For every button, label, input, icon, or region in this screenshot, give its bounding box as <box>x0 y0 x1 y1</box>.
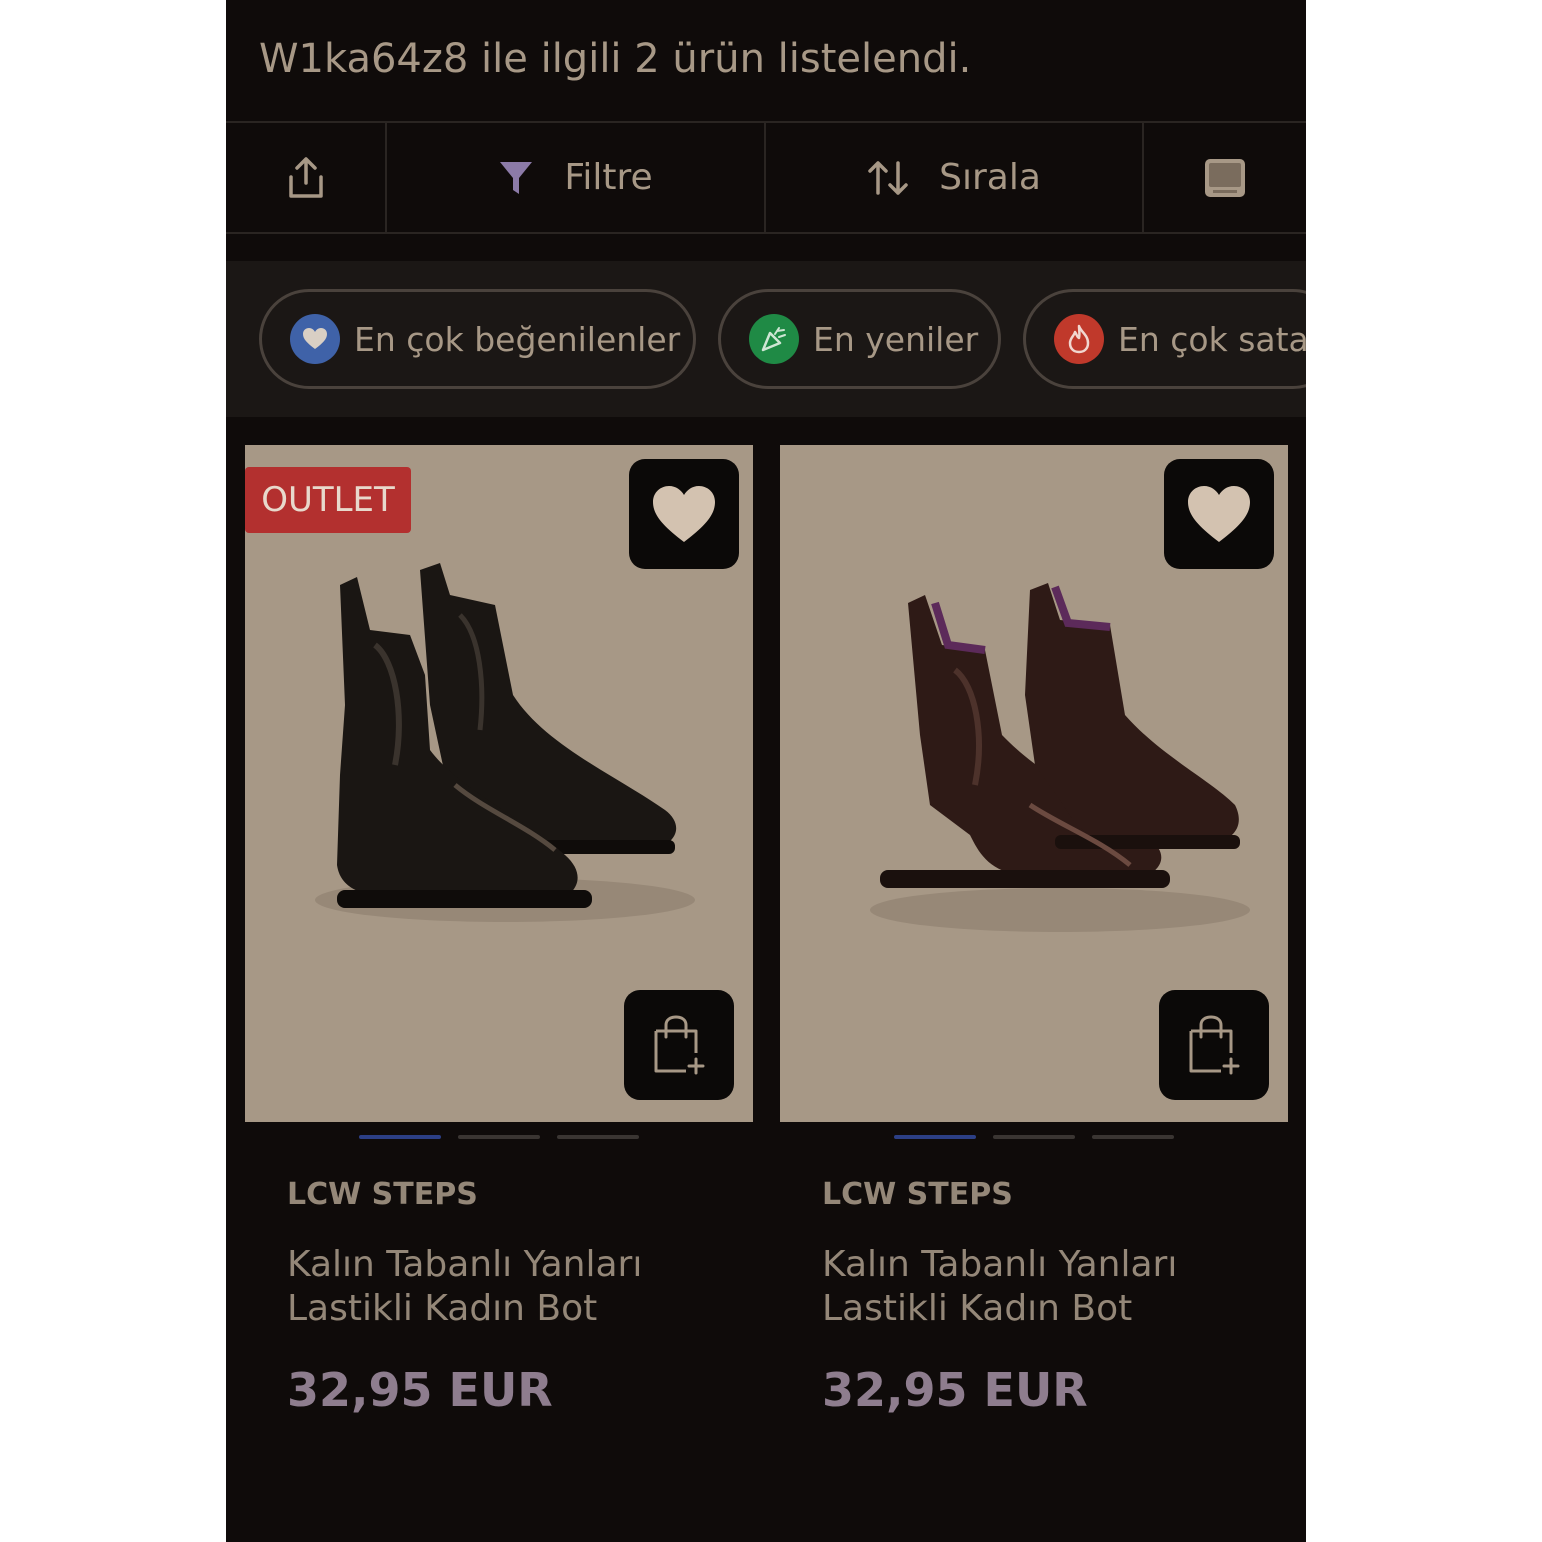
result-count-text: W1ka64z8 ile ilgili 2 ürün listelendi. <box>259 36 972 82</box>
chip-label: En yeniler <box>813 319 979 359</box>
sort-button[interactable]: Sırala <box>766 123 1144 232</box>
image-pager <box>359 1135 639 1139</box>
view-toggle-button[interactable] <box>1144 123 1306 232</box>
chip-most-liked[interactable]: En çok beğenilenler <box>259 289 696 389</box>
chip-label: En çok beğenilenler <box>354 319 681 359</box>
product-list-screen: W1ka64z8 ile ilgili 2 ürün listelendi. F… <box>226 0 1306 1542</box>
pager-dot[interactable] <box>359 1135 441 1139</box>
product-price: 32,95 EUR <box>287 1363 553 1417</box>
product-image[interactable] <box>780 445 1288 1122</box>
flame-icon <box>1054 314 1104 364</box>
product-image[interactable]: OUTLET <box>245 445 753 1122</box>
pager-dot[interactable] <box>557 1135 639 1139</box>
heart-icon <box>1188 486 1250 542</box>
chip-label: En çok satanlar <box>1118 319 1306 359</box>
product-title[interactable]: Kalın Tabanlı Yanları Lastikli Kadın Bot <box>822 1243 1262 1331</box>
product-card[interactable]: LCW STEPS Kalın Tabanlı Yanları Lastikli… <box>780 445 1288 1417</box>
favorite-button[interactable] <box>1164 459 1274 569</box>
confetti-icon <box>749 314 799 364</box>
pager-dot[interactable] <box>458 1135 540 1139</box>
product-price: 32,95 EUR <box>822 1363 1088 1417</box>
product-brand: LCW STEPS <box>287 1177 478 1212</box>
favorite-button[interactable] <box>629 459 739 569</box>
filter-label: Filtre <box>564 157 653 198</box>
heart-icon <box>653 486 715 542</box>
add-to-cart-button[interactable] <box>624 990 734 1100</box>
heart-icon <box>290 314 340 364</box>
image-pager <box>894 1135 1174 1139</box>
share-icon <box>288 156 323 198</box>
chip-newest[interactable]: En yeniler <box>718 289 1001 389</box>
grid-view-icon <box>1205 158 1245 197</box>
add-to-bag-icon <box>1189 1015 1240 1075</box>
pager-dot[interactable] <box>894 1135 976 1139</box>
pager-dot[interactable] <box>993 1135 1075 1139</box>
outlet-badge: OUTLET <box>245 467 411 533</box>
chip-best-sellers[interactable]: En çok satanlar <box>1023 289 1306 389</box>
quick-filter-chips: En çok beğenilenler En yeniler En çok sa… <box>226 261 1306 417</box>
pager-dot[interactable] <box>1092 1135 1174 1139</box>
product-title[interactable]: Kalın Tabanlı Yanları Lastikli Kadın Bot <box>287 1243 727 1331</box>
sort-arrows-icon <box>868 160 908 195</box>
add-to-cart-button[interactable] <box>1159 990 1269 1100</box>
share-button[interactable] <box>226 123 387 232</box>
product-card[interactable]: OUTLET LCW STEPS Kalın Tabanlı Yanları L… <box>245 445 753 1417</box>
funnel-icon <box>500 161 533 194</box>
add-to-bag-icon <box>654 1015 705 1075</box>
filter-button[interactable]: Filtre <box>387 123 766 232</box>
sort-label: Sırala <box>939 157 1041 198</box>
toolbar: Filtre Sırala <box>226 121 1306 234</box>
product-brand: LCW STEPS <box>822 1177 1013 1212</box>
